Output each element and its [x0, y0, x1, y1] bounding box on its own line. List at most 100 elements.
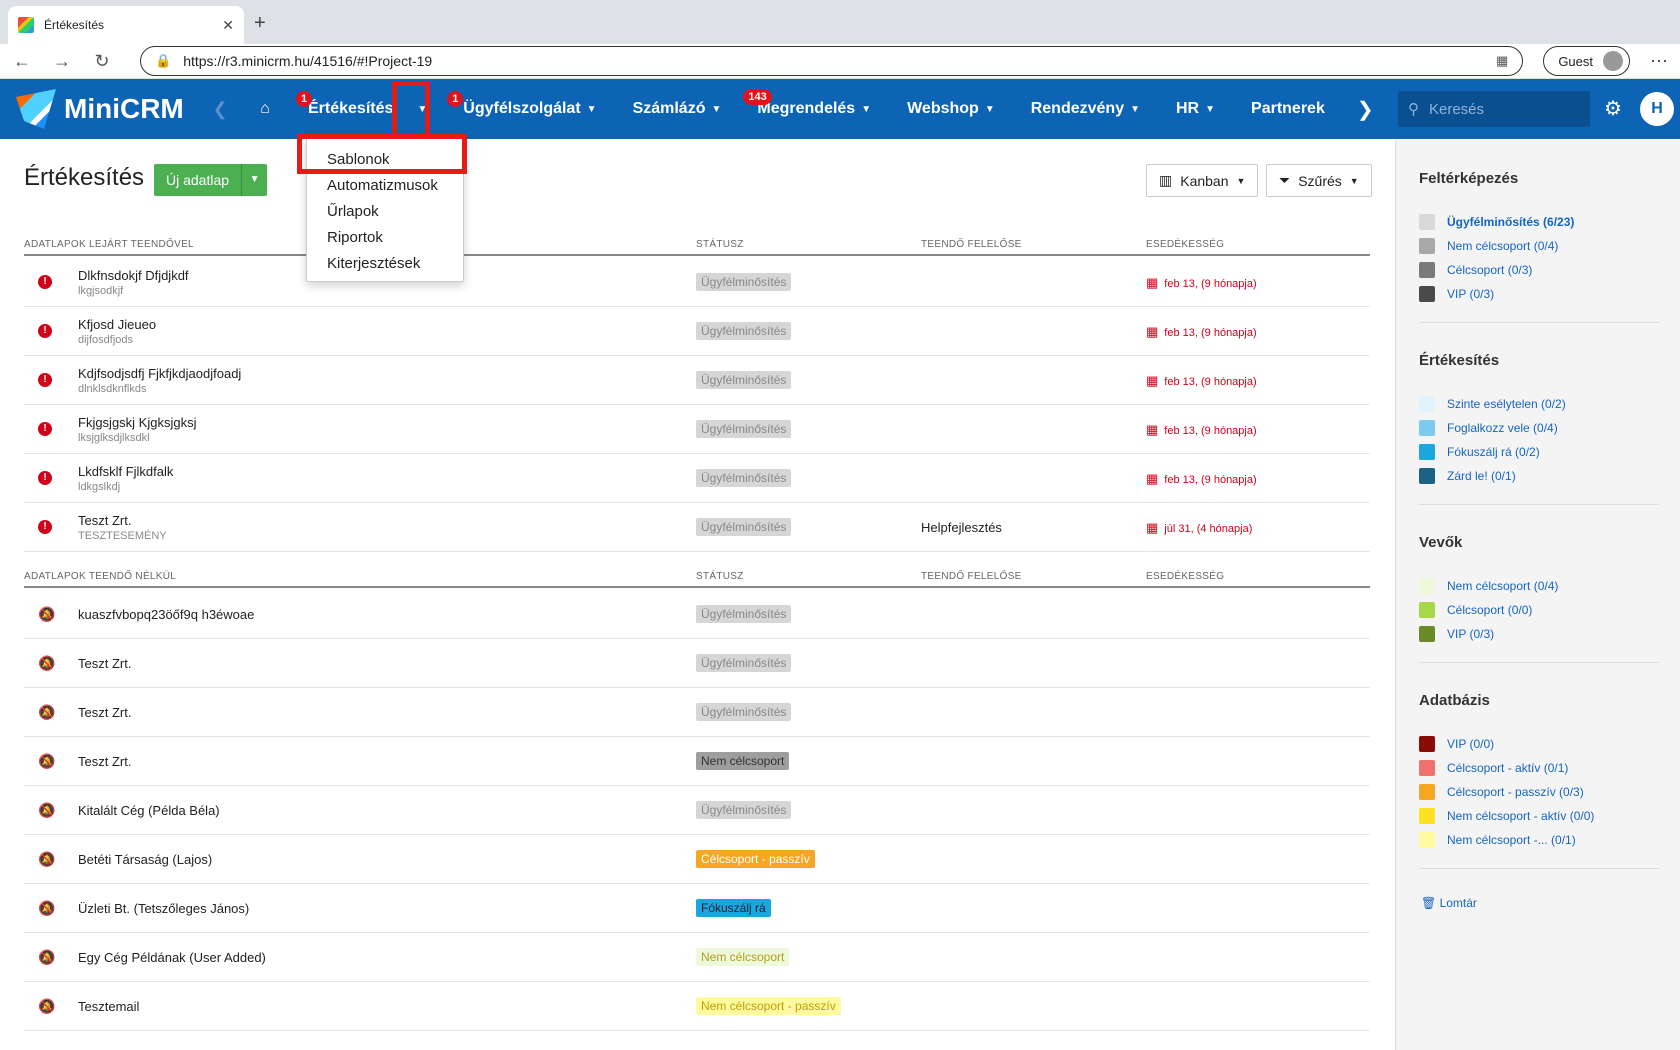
- record-name[interactable]: Kfjosd Jieueo: [78, 317, 156, 332]
- due-date: feb 13, (9 hónapja): [1146, 471, 1256, 487]
- sidebar-status-item[interactable]: Célcsoport (0/0): [1419, 602, 1532, 618]
- record-name[interactable]: Dlkfnsdokjf Dfjdjkdf: [78, 268, 189, 283]
- table-row[interactable]: 🔕 Teszt Zrt. Nem célcsoport: [24, 737, 1370, 786]
- sidebar-status-label: Célcsoport (0/0): [1447, 603, 1533, 617]
- table-row[interactable]: 🔕 Teszt Zrt. Ügyfélminősítés: [24, 688, 1370, 737]
- nav-item-ugyfelszolgalat[interactable]: 1 Ügyfélszolgálat ▼: [445, 79, 614, 139]
- sidebar-status-item[interactable]: Célcsoport - aktív (0/1): [1419, 760, 1568, 776]
- address-bar[interactable]: 🔒 https://r3.minicrm.hu/41516/#!Project-…: [140, 46, 1524, 76]
- nav-item-rendezveny[interactable]: Rendezvény ▼: [1013, 79, 1158, 139]
- menu-item-riportok[interactable]: Riportok: [327, 229, 383, 246]
- nav-item-label: Értékesítés: [308, 100, 394, 117]
- kanban-view-button[interactable]: ▥ Kanban ▼: [1146, 164, 1259, 197]
- sidebar-status-item[interactable]: Foglalkozz vele (0/4): [1419, 420, 1558, 436]
- table-row[interactable]: 🔕 Üzleti Bt. (Tetszőleges János) Fókuszálj…: [24, 884, 1370, 933]
- sidebar-status-item[interactable]: Szinte esélytelen (0/2): [1419, 396, 1566, 412]
- sidebar-status-item[interactable]: Fókuszálj rá (0/2): [1419, 444, 1540, 460]
- chevron-down-icon[interactable]: ▼: [985, 104, 995, 115]
- qr-code-icon[interactable]: ▦: [1496, 53, 1508, 69]
- record-name[interactable]: Lkdfsklf Fjlkdfalk: [78, 464, 173, 479]
- new-record-button[interactable]: Új adatlap ▼: [154, 164, 268, 196]
- nav-scroll-right-icon[interactable]: ❯: [1343, 97, 1388, 122]
- status-badge: Ügyfélminősítés: [696, 420, 792, 438]
- nav-item-szamlazo[interactable]: Számlázó ▼: [615, 79, 740, 139]
- chevron-down-icon[interactable]: ▼: [1205, 104, 1215, 115]
- sidebar-status-item[interactable]: VIP (0/3): [1419, 626, 1494, 642]
- nav-badge: 143: [743, 89, 772, 105]
- nav-item-webshop[interactable]: Webshop ▼: [889, 79, 1013, 139]
- muted-bell-icon: 🔕: [38, 606, 56, 622]
- search-input[interactable]: ⚲ Keresés: [1398, 91, 1590, 127]
- new-tab-icon[interactable]: +: [254, 12, 266, 35]
- sidebar-status-item[interactable]: VIP (0/3): [1419, 286, 1494, 302]
- sidebar-status-item[interactable]: Nem célcsoport - aktív (0/0): [1419, 808, 1594, 824]
- sidebar-status-item[interactable]: VIP (0/0): [1419, 736, 1494, 752]
- browser-tab[interactable]: Értékesítés ✕: [8, 6, 244, 44]
- back-icon[interactable]: ←: [12, 51, 32, 72]
- status-color-swatch: [1419, 286, 1435, 302]
- table-row[interactable]: 🔕 Betéti Társaság (Lajos) Célcsoport - pas…: [24, 835, 1370, 884]
- chevron-down-icon[interactable]: ▼: [1130, 104, 1140, 115]
- nav-item-hr[interactable]: HR ▼: [1158, 79, 1233, 139]
- record-name[interactable]: kuaszfvbopq23öőf9q h3éwoae: [78, 607, 254, 622]
- record-name[interactable]: Üzleti Bt. (Tetszőleges János): [78, 901, 249, 916]
- sidebar-status-item[interactable]: Nem célcsoport -... (0/1): [1419, 832, 1576, 848]
- sidebar-status-item[interactable]: Zárd le! (0/1): [1419, 468, 1516, 484]
- more-menu-icon[interactable]: ⋯: [1650, 51, 1668, 72]
- table-row[interactable]: ! Dlkfnsdokjf Dfjdjkdf lkgjsodkjf Ügyfélmin…: [24, 258, 1370, 307]
- table-row[interactable]: 🔕 Teszt Zrt. Ügyfélminősítés: [24, 639, 1370, 688]
- record-name[interactable]: Teszt Zrt.: [78, 754, 131, 769]
- reload-icon[interactable]: ↻: [92, 51, 112, 72]
- avatar[interactable]: H: [1640, 92, 1674, 126]
- table-row[interactable]: ! Lkdfsklf Fjlkdfalk ldkgslkdj Ügyfélminősí…: [24, 454, 1370, 503]
- chevron-down-icon[interactable]: ▼: [241, 164, 267, 196]
- table-row[interactable]: ! Teszt Zrt. TESZTESEMÉNY Ügyfélminősítés He…: [24, 503, 1370, 552]
- nav-item-partnerek[interactable]: Partnerek: [1233, 79, 1343, 139]
- sidebar-status-item[interactable]: Nem célcsoport (0/4): [1419, 578, 1558, 594]
- sidebar-group-title: Adatbázis: [1419, 692, 1490, 709]
- record-name[interactable]: Teszt Zrt.: [78, 705, 131, 720]
- column-header-due: ESEDÉKESSÉG: [1146, 239, 1225, 250]
- record-name[interactable]: Egy Cég Példának (User Added): [78, 950, 266, 965]
- chevron-down-icon[interactable]: ▼: [861, 104, 871, 115]
- record-name[interactable]: Teszt Zrt.: [78, 513, 131, 528]
- record-name[interactable]: Betéti Társaság (Lajos): [78, 852, 212, 867]
- table-row[interactable]: 🔕 Tesztemail Nem célcsoport - passzív: [24, 982, 1370, 1031]
- due-date: feb 13, (9 hónapja): [1146, 373, 1256, 389]
- menu-item-urlapok[interactable]: Űrlapok: [327, 203, 379, 220]
- guest-profile-button[interactable]: Guest: [1543, 46, 1630, 76]
- forward-icon[interactable]: →: [52, 51, 72, 72]
- sidebar-status-item[interactable]: Nem célcsoport (0/4): [1419, 238, 1558, 254]
- table-row[interactable]: 🔕 kuaszfvbopq23öőf9q h3éwoae Ügyfélminősít…: [24, 590, 1370, 639]
- kanban-label: Kanban: [1180, 172, 1229, 189]
- record-name[interactable]: Teszt Zrt.: [78, 656, 131, 671]
- chevron-down-icon[interactable]: ▼: [711, 104, 721, 115]
- close-tab-icon[interactable]: ✕: [222, 17, 234, 34]
- table-row[interactable]: 🔕 Egy Cég Példának (User Added) Nem célcso…: [24, 933, 1370, 982]
- sidebar-status-item[interactable]: Célcsoport - passzív (0/3): [1419, 784, 1584, 800]
- record-name[interactable]: Tesztemail: [78, 999, 139, 1014]
- record-name[interactable]: Kitalált Cég (Példa Béla): [78, 803, 220, 818]
- home-icon[interactable]: ⌂: [240, 100, 290, 118]
- sidebar-status-item[interactable]: Célcsoport (0/3): [1419, 262, 1532, 278]
- table-row[interactable]: ! Kfjosd Jieueo dijfosdfjods Ügyfélminősíté…: [24, 307, 1370, 356]
- guest-label: Guest: [1558, 53, 1593, 69]
- gear-icon[interactable]: ⚙: [1604, 96, 1622, 121]
- crm-navbar: MiniCRM ❮ ⌂ 1 Értékesítés ▼ 1 Ügyfélszol…: [0, 79, 1680, 139]
- table-row[interactable]: ! Kdjfsodjsdfj Fjkfjkdjaodjfoadj dlnklsdkn…: [24, 356, 1370, 405]
- chevron-down-icon[interactable]: ▼: [587, 104, 597, 115]
- table-row[interactable]: 🔕 Kitalált Cég (Példa Béla) Ügyfélminősíté…: [24, 786, 1370, 835]
- minicrm-logo[interactable]: MiniCRM: [0, 89, 200, 129]
- record-name[interactable]: Fkjgsjgskj Kjgksjgksj: [78, 415, 196, 430]
- table-row[interactable]: ! Fkjgsjgskj Kjgksjgksj lksjglksdjlksdkl Üg…: [24, 405, 1370, 454]
- trash-link[interactable]: 🗑 Lomtár: [1421, 896, 1477, 910]
- record-name[interactable]: Kdjfsodjsdfj Fjkfjkdjaodjfoadj: [78, 366, 241, 381]
- filter-icon: ⏷: [1279, 172, 1291, 188]
- menu-item-automatizmusok[interactable]: Automatizmusok: [327, 177, 438, 194]
- menu-item-kiterjesztesek[interactable]: Kiterjesztések: [327, 255, 420, 272]
- nav-item-megrendeles[interactable]: 143 Megrendelés ▼: [739, 79, 889, 139]
- sidebar-status-label: Nem célcsoport (0/4): [1447, 579, 1559, 593]
- filter-button[interactable]: ⏷ Szűrés ▼: [1266, 164, 1372, 197]
- nav-scroll-left-icon[interactable]: ❮: [200, 99, 240, 120]
- sidebar-status-item[interactable]: Ügyfélminősítés (6/23): [1419, 214, 1574, 230]
